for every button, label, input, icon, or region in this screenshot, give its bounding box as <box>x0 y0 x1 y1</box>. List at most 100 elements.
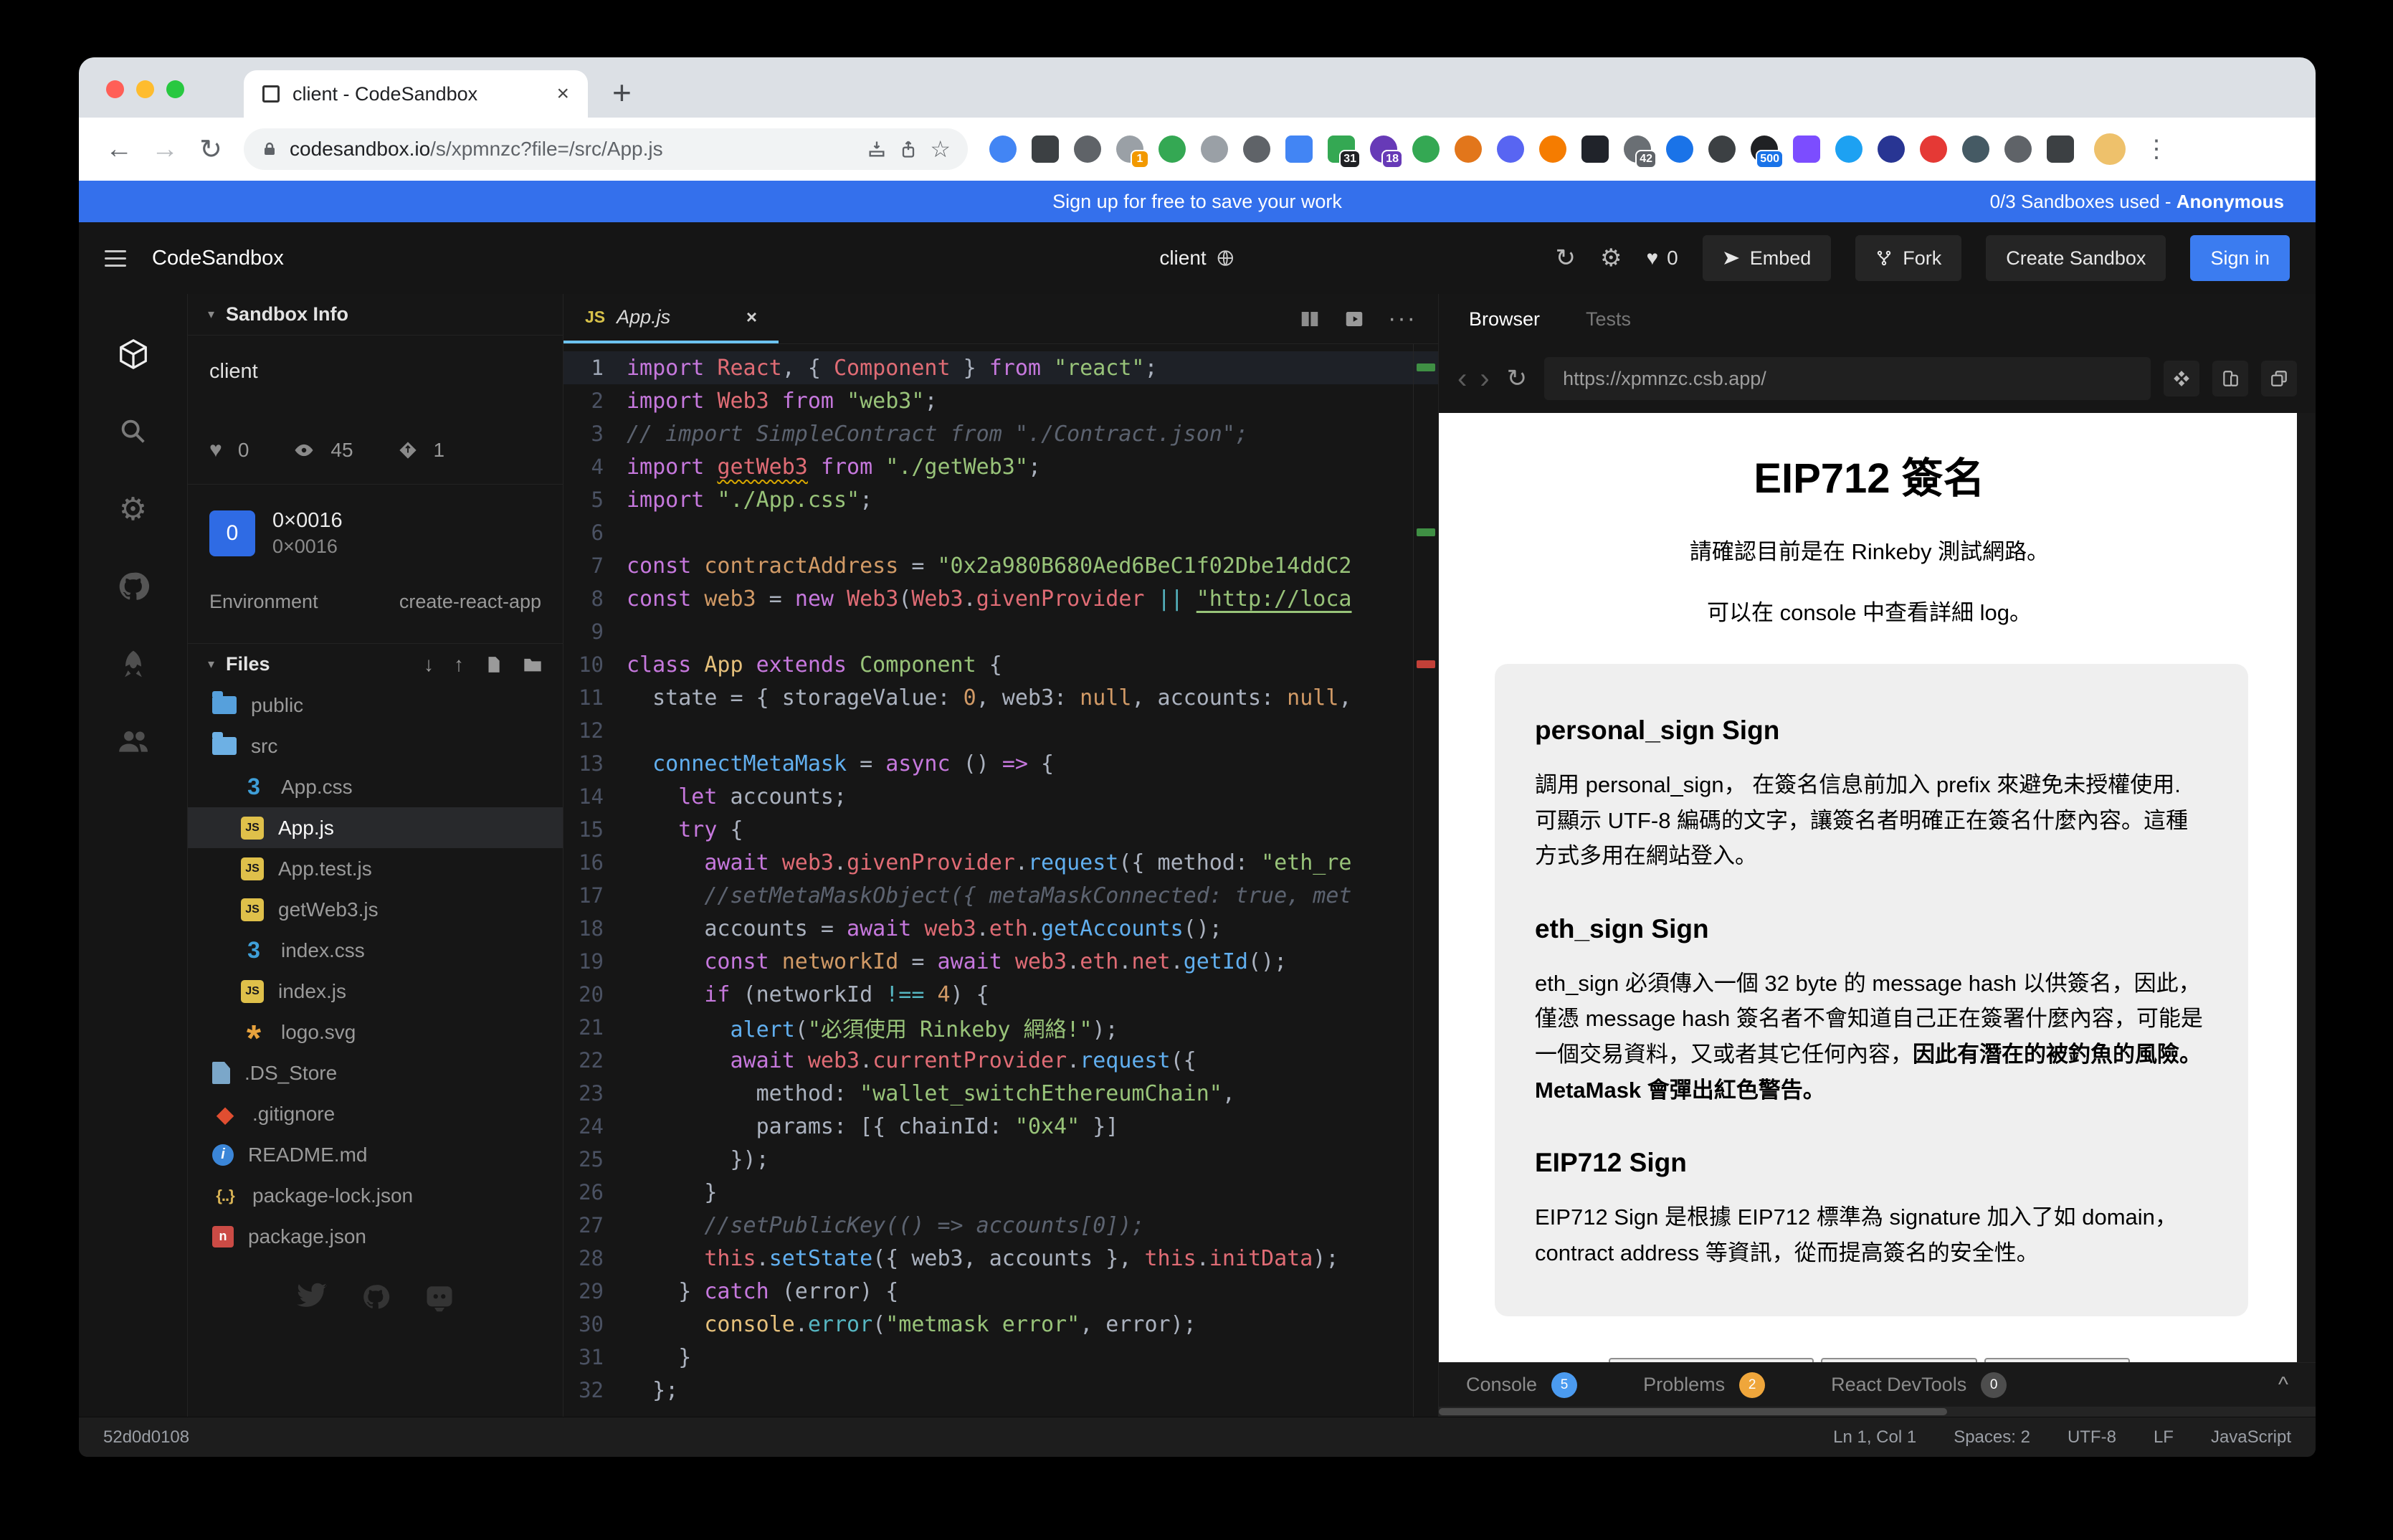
github-footer-icon[interactable] <box>361 1283 390 1311</box>
extension-icon[interactable] <box>2047 136 2074 163</box>
address-bar[interactable]: codesandbox.io/s/xpmnzc?file=/src/App.js… <box>244 128 968 170</box>
create-sandbox-button[interactable]: Create Sandbox <box>1986 235 2166 281</box>
code-line-6[interactable]: 6 <box>563 516 1438 549</box>
tab-tests[interactable]: Tests <box>1586 308 1631 331</box>
sign-in-button[interactable]: Sign in <box>2190 235 2290 281</box>
download-icon[interactable]: ↓ <box>424 653 434 676</box>
settings-gear-icon[interactable]: ⚙ <box>1600 244 1622 272</box>
extension-icon[interactable]: 1 <box>1116 136 1143 163</box>
file-item-index.css[interactable]: 3index.css <box>188 930 563 971</box>
file-item-logo.svg[interactable]: *logo.svg <box>188 1012 563 1052</box>
preview-viewport[interactable]: EIP712 簽名 請確認目前是在 Rinkeby 測試網路。 可以在 cons… <box>1439 413 2316 1362</box>
forward-icon[interactable]: → <box>146 134 184 165</box>
code-line-25[interactable]: 25 }); <box>563 1143 1438 1176</box>
devtool-tab-react-devtools[interactable]: React DevTools0 <box>1831 1372 2007 1398</box>
file-item-index.js[interactable]: JSindex.js <box>188 971 563 1012</box>
like-counter[interactable]: ♥ 0 <box>1647 247 1678 270</box>
split-view-icon[interactable] <box>1299 308 1321 330</box>
code-line-24[interactable]: 24 params: [{ chainId: "0x4" }] <box>563 1110 1438 1143</box>
status-item[interactable]: JavaScript <box>2211 1427 2291 1448</box>
code-line-12[interactable]: 12 <box>563 714 1438 747</box>
code-line-30[interactable]: 30 console.error("metmask error", error)… <box>563 1308 1438 1341</box>
extension-icon[interactable] <box>1835 136 1862 163</box>
code-line-10[interactable]: 10class App extends Component { <box>563 648 1438 681</box>
responsive-mode-icon[interactable] <box>2212 361 2248 396</box>
new-file-icon[interactable] <box>484 655 503 674</box>
browser-menu-icon[interactable]: ⋮ <box>2144 135 2169 163</box>
code-line-21[interactable]: 21 alert("必須使用 Rinkeby 網絡!"); <box>563 1011 1438 1044</box>
new-folder-icon[interactable] <box>523 655 543 675</box>
deploy-rocket-icon[interactable] <box>79 625 187 703</box>
browser-tab[interactable]: client - CodeSandbox × <box>244 70 588 118</box>
preview-reload-icon[interactable]: ↻ <box>1507 364 1528 393</box>
extension-icon[interactable] <box>2004 136 2032 163</box>
file-item-App.css[interactable]: 3App.css <box>188 766 563 807</box>
maximize-window-button[interactable] <box>166 80 184 98</box>
code-line-20[interactable]: 20 if (networkId !== 4) { <box>563 978 1438 1011</box>
extension-icon[interactable]: 18 <box>1370 136 1397 163</box>
project-title-wrap[interactable]: client <box>1159 247 1234 270</box>
button-eip712-sign[interactable]: EIP712 Sign <box>1984 1358 2131 1362</box>
extension-icon[interactable] <box>1793 136 1820 163</box>
file-item-.gitignore[interactable]: ◆.gitignore <box>188 1093 563 1134</box>
extension-icon[interactable]: 500 <box>1751 136 1778 163</box>
github-icon[interactable] <box>79 548 187 625</box>
file-item-public[interactable]: public <box>188 685 563 726</box>
fork-button[interactable]: Fork <box>1855 235 1961 281</box>
extension-icon[interactable] <box>1159 136 1186 163</box>
menu-icon[interactable] <box>105 250 126 267</box>
preview-scrollbar[interactable] <box>2297 413 2316 1362</box>
code-line-2[interactable]: 2import Web3 from "web3"; <box>563 384 1438 417</box>
code-area[interactable]: 1import React, { Component } from "react… <box>563 344 1438 1417</box>
code-line-32[interactable]: 32 }; <box>563 1374 1438 1407</box>
file-item-App.test.js[interactable]: JSApp.test.js <box>188 848 563 889</box>
back-icon[interactable]: ← <box>100 134 138 165</box>
code-line-14[interactable]: 14 let accounts; <box>563 780 1438 813</box>
extension-icon[interactable] <box>1455 136 1482 163</box>
extension-icon[interactable] <box>1920 136 1947 163</box>
embed-button[interactable]: Embed <box>1703 235 1832 281</box>
bookmark-star-icon[interactable]: ☆ <box>930 136 951 163</box>
files-header[interactable]: ▾ Files ↓ ↑ <box>188 643 563 685</box>
twitter-icon[interactable] <box>297 1283 327 1308</box>
new-tab-button[interactable]: + <box>612 73 632 112</box>
code-line-7[interactable]: 7const contractAddress = "0x2a980B680Aed… <box>563 549 1438 582</box>
extension-icon[interactable] <box>1539 136 1566 163</box>
editor-tab-appjs[interactable]: JS App.js × <box>563 294 779 343</box>
profile-avatar[interactable] <box>2094 133 2126 165</box>
editor-scrollbar-track[interactable] <box>1413 344 1414 1417</box>
extension-icon[interactable] <box>1878 136 1905 163</box>
code-line-29[interactable]: 29 } catch (error) { <box>563 1275 1438 1308</box>
preview-modules-icon[interactable] <box>2164 361 2199 396</box>
config-gear-icon[interactable]: ⚙ <box>79 470 187 548</box>
extension-icon[interactable] <box>1581 136 1609 163</box>
close-window-button[interactable] <box>106 80 124 98</box>
editor-tab-close-icon[interactable]: × <box>746 306 757 328</box>
extension-icon[interactable] <box>1243 136 1270 163</box>
install-icon[interactable] <box>867 139 887 159</box>
upload-icon[interactable]: ↑ <box>454 653 464 676</box>
extension-icon[interactable] <box>1497 136 1524 163</box>
file-item-App.js[interactable]: JSApp.js <box>188 807 563 848</box>
code-line-28[interactable]: 28 this.setState({ web3, accounts }, thi… <box>563 1242 1438 1275</box>
file-item-.DS_Store[interactable]: .DS_Store <box>188 1052 563 1093</box>
code-line-26[interactable]: 26 } <box>563 1176 1438 1209</box>
preview-back-icon[interactable]: ‹ <box>1457 363 1467 395</box>
button-personal-sign-sign[interactable]: personal_sign Sign <box>1609 1358 1814 1362</box>
discord-icon[interactable] <box>424 1283 455 1313</box>
devtool-tab-console[interactable]: Console5 <box>1466 1372 1577 1398</box>
preview-url-field[interactable]: https://xpmnzc.csb.app/ <box>1544 357 2151 400</box>
file-item-getWeb3.js[interactable]: JSgetWeb3.js <box>188 889 563 930</box>
code-line-17[interactable]: 17 //setMetaMaskObject({ metaMaskConnect… <box>563 879 1438 912</box>
code-line-5[interactable]: 5import "./App.css"; <box>563 483 1438 516</box>
code-line-16[interactable]: 16 await web3.givenProvider.request({ me… <box>563 846 1438 879</box>
console-expand-icon[interactable]: ^ <box>2278 1373 2288 1397</box>
code-line-31[interactable]: 31 } <box>563 1341 1438 1374</box>
tab-close-icon[interactable]: × <box>556 82 569 106</box>
extension-icon[interactable] <box>1708 136 1736 163</box>
code-line-19[interactable]: 19 const networkId = await web3.eth.net.… <box>563 945 1438 978</box>
file-item-src[interactable]: src <box>188 726 563 766</box>
code-line-22[interactable]: 22 await web3.currentProvider.request({ <box>563 1044 1438 1077</box>
code-line-11[interactable]: 11 state = { storageValue: 0, web3: null… <box>563 681 1438 714</box>
code-line-8[interactable]: 8const web3 = new Web3(Web3.givenProvide… <box>563 582 1438 615</box>
